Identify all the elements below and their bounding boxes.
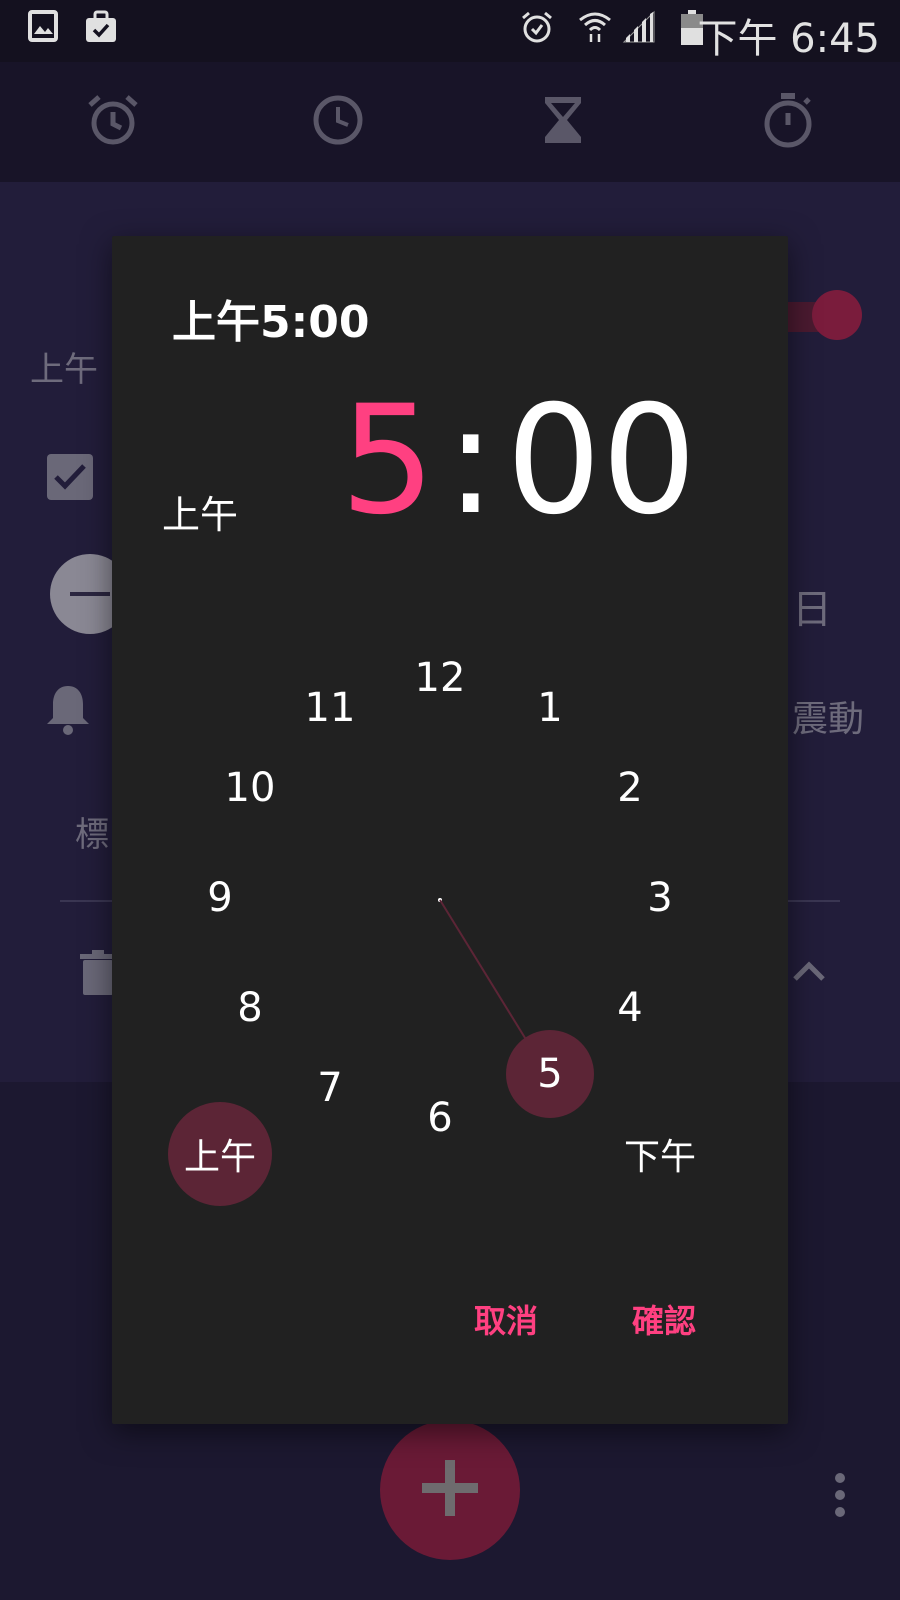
selected-hour-number: 5: [537, 1051, 563, 1097]
hour-selector[interactable]: 5: [506, 1030, 594, 1118]
status-time: 下午 6:45: [697, 16, 880, 62]
alarm-toggle-thumb[interactable]: [812, 290, 862, 340]
clock-number-4[interactable]: 4: [617, 985, 642, 1031]
alarm-icon: [520, 10, 554, 48]
ok-button[interactable]: 確認: [632, 1296, 696, 1342]
tab-clock[interactable]: [225, 62, 450, 182]
pm-label: 下午: [623, 1137, 696, 1178]
alarm-icon: [85, 92, 141, 152]
label-field-fragment: 標: [75, 815, 109, 855]
clock-face[interactable]: 5 12 1 2 3 4 6 7 8 9 10 11 上午 下午: [112, 236, 788, 1424]
pm-button[interactable]: 下午: [608, 1102, 712, 1206]
clock-number-2[interactable]: 2: [617, 765, 642, 811]
clock-number-11[interactable]: 11: [305, 685, 356, 731]
add-alarm-button[interactable]: [380, 1420, 520, 1560]
wifi-icon: [578, 10, 612, 48]
clock-number-3[interactable]: 3: [647, 875, 672, 921]
clock-number-8[interactable]: 8: [237, 985, 262, 1031]
tab-bar: [0, 62, 900, 182]
stopwatch-icon: [761, 91, 815, 153]
am-label: 上午: [183, 1137, 256, 1178]
overflow-menu-button[interactable]: [825, 1470, 855, 1520]
status-bar: 下午 6:45: [0, 0, 900, 62]
clock-number-12[interactable]: 12: [415, 655, 466, 701]
plus-icon: [420, 1458, 480, 1522]
tab-timer[interactable]: [450, 62, 675, 182]
hourglass-icon: [541, 95, 585, 149]
clock-icon: [311, 93, 365, 151]
cancel-button[interactable]: 取消: [474, 1296, 538, 1342]
alarm-ampm-fragment: 上午: [30, 350, 98, 390]
briefcase-check-icon: [84, 10, 118, 48]
clock-number-10[interactable]: 10: [225, 765, 276, 811]
day-label-fragment: 日: [792, 587, 832, 633]
clock-number-6[interactable]: 6: [427, 1095, 452, 1141]
clock-number-1[interactable]: 1: [537, 685, 562, 731]
vibrate-label: 震動: [792, 699, 865, 740]
screen: 下午 6:45 上午 日 震動 標 上午5:00 上午 5: 00 5 12 …: [0, 0, 900, 1600]
clock-hand: [438, 898, 531, 1047]
bell-icon: [45, 684, 91, 740]
image-icon: [28, 10, 58, 46]
am-button[interactable]: 上午: [168, 1102, 272, 1206]
tab-stopwatch[interactable]: [675, 62, 900, 182]
clock-number-9[interactable]: 9: [207, 875, 232, 921]
chevron-up-icon[interactable]: [792, 960, 826, 986]
trash-icon[interactable]: [80, 950, 116, 1000]
tab-alarm[interactable]: [0, 62, 225, 182]
clock-number-7[interactable]: 7: [317, 1065, 342, 1111]
signal-icon: [622, 10, 656, 48]
time-picker-dialog: 上午5:00 上午 5 : 00 5 12 1 2 3 4 6 7 8 9 10: [112, 236, 788, 1424]
repeat-checkbox[interactable]: [47, 454, 93, 500]
